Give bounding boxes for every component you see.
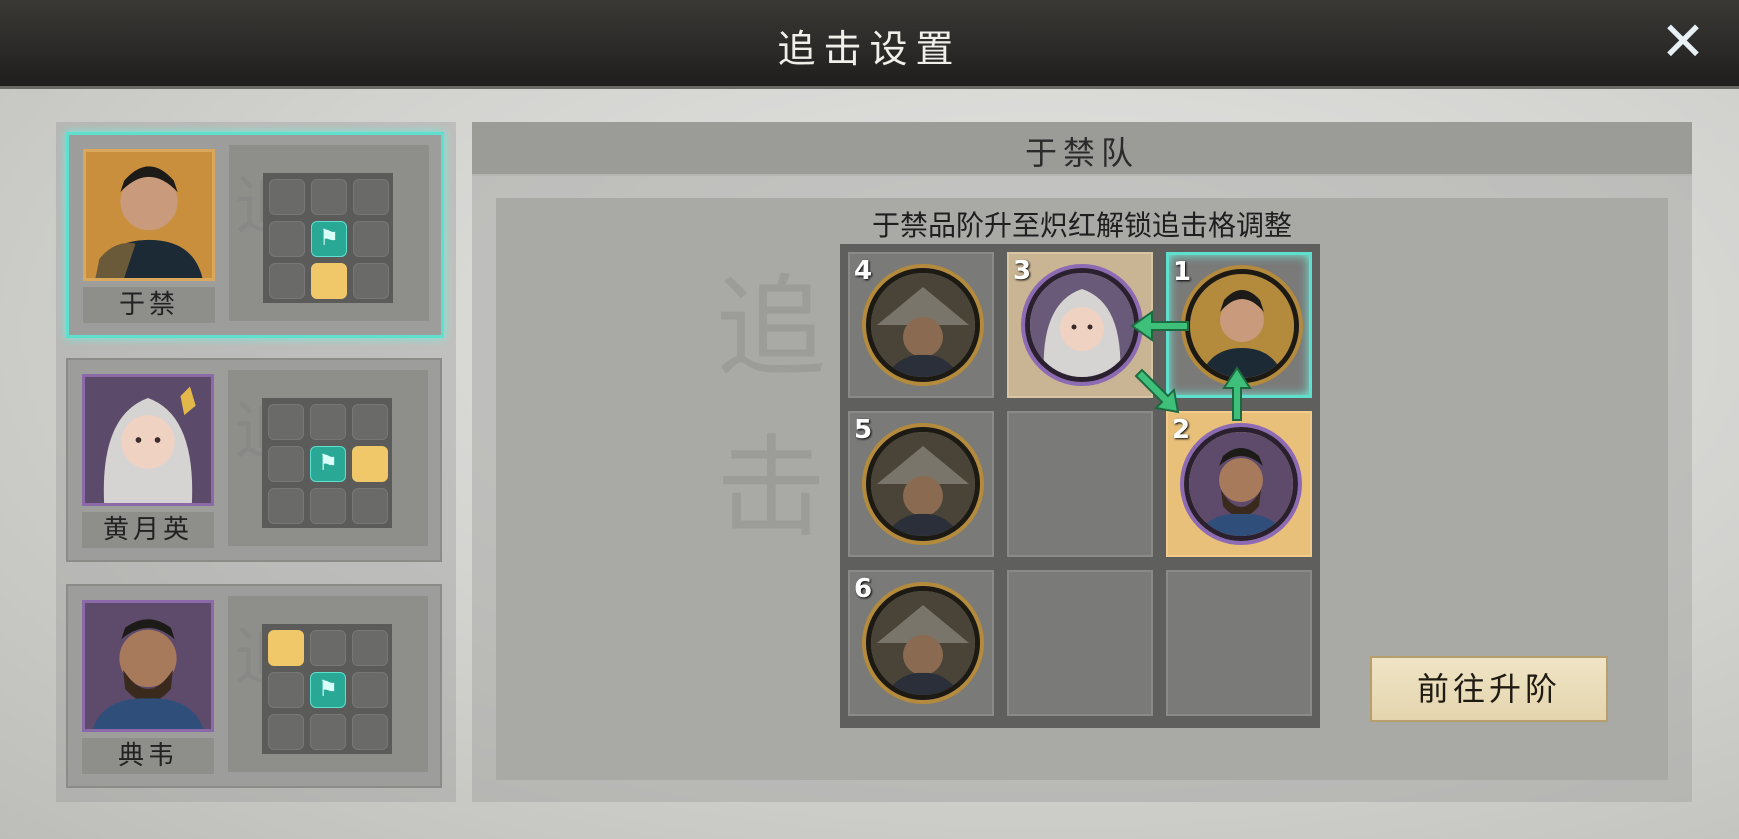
close-icon[interactable]: ✕ (1655, 14, 1711, 70)
formation-grid: ⚑ (262, 398, 392, 528)
grid-cell (352, 404, 388, 440)
huangyueying-token-image (1030, 273, 1134, 377)
watermark-text: 追击 (716, 264, 826, 552)
grid-cell (311, 179, 347, 215)
slot-4[interactable]: 4 (848, 252, 994, 398)
hero-token (1184, 427, 1298, 541)
grid-cell (269, 221, 305, 257)
dianwei-token-image (1189, 432, 1293, 536)
hero-portrait (83, 149, 215, 281)
hero-name: 于禁 (83, 287, 215, 323)
slot-number: 1 (1173, 257, 1192, 287)
grid-cell (310, 630, 346, 666)
slot-empty[interactable] (1007, 411, 1153, 557)
grid-cell (310, 714, 346, 750)
slot-empty[interactable] (1166, 570, 1312, 716)
slot-empty[interactable] (1007, 570, 1153, 716)
slot-number: 5 (854, 415, 873, 445)
grid-cell (353, 221, 389, 257)
team-banner: 于禁队 (472, 122, 1692, 176)
pursuit-arrow-icon (1222, 366, 1252, 421)
yujin-token-image (1190, 274, 1294, 378)
grid-cell (268, 714, 304, 750)
soldier-token (866, 586, 980, 700)
grid-cell (352, 630, 388, 666)
hero-name: 黄月英 (82, 512, 214, 548)
grid-cell (269, 179, 305, 215)
slot-2[interactable]: 2 (1166, 411, 1312, 557)
header-bar: 追击设置 ✕ (0, 0, 1739, 89)
formation-board: 4 3 1 5 2 6 (840, 244, 1320, 728)
grid-cell (352, 488, 388, 524)
formation-preview: 追 ⚑ (228, 596, 428, 772)
formation-preview: 追 ⚑ (228, 370, 428, 546)
pursuit-target-cell (268, 630, 304, 666)
hero-portrait (82, 374, 214, 506)
page-title: 追击设置 (777, 27, 962, 71)
pursuit-arrow-icon (1130, 310, 1189, 342)
team-name: 于禁队 (1024, 134, 1139, 172)
grid-cell (268, 446, 304, 482)
grid-cell (268, 404, 304, 440)
dianwei-portrait-image (85, 603, 211, 729)
hero-position-icon: ⚑ (311, 221, 347, 257)
grid-cell (268, 488, 304, 524)
pursuit-target-cell (311, 263, 347, 299)
grid-cell (353, 263, 389, 299)
formation-preview: 追 ⚑ (229, 145, 429, 321)
hero-card-yujin[interactable]: 于禁 追 ⚑ (66, 132, 444, 338)
slot-number: 2 (1172, 415, 1191, 445)
formation-grid: ⚑ (262, 624, 392, 754)
grid-cell (352, 714, 388, 750)
goto-upgrade-button[interactable]: 前往升阶 (1370, 656, 1608, 722)
slot-number: 3 (1013, 256, 1032, 286)
hero-position-icon: ⚑ (310, 446, 346, 482)
unlock-hint: 于禁品阶升至炽红解锁追击格调整 (871, 209, 1292, 242)
grid-cell (269, 263, 305, 299)
grid-cell (352, 672, 388, 708)
yujin-portrait-image (86, 152, 212, 278)
slot-number: 4 (854, 256, 873, 286)
soldier-portrait-image (871, 591, 975, 695)
soldier-token (866, 427, 980, 541)
hero-position-icon: ⚑ (310, 672, 346, 708)
hero-card-dianwei[interactable]: 典韦 追 ⚑ (66, 584, 442, 788)
slot-5[interactable]: 5 (848, 411, 994, 557)
formation-grid: ⚑ (263, 173, 393, 303)
hero-name: 典韦 (82, 738, 214, 774)
soldier-portrait-image (871, 432, 975, 536)
slot-number: 6 (854, 574, 873, 604)
hero-token (1025, 268, 1139, 382)
hero-portrait (82, 600, 214, 732)
grid-cell (310, 488, 346, 524)
hero-list: 于禁 追 ⚑ (56, 122, 456, 802)
pursuit-target-cell (352, 446, 388, 482)
pursuit-arrow-icon (1134, 368, 1180, 414)
huangyueying-portrait-image (85, 377, 211, 503)
slot-6[interactable]: 6 (848, 570, 994, 716)
soldier-portrait-image (871, 273, 975, 377)
grid-cell (353, 179, 389, 215)
grid-cell (310, 404, 346, 440)
hero-card-huangyueying[interactable]: 黄月英 追 ⚑ (66, 358, 442, 562)
grid-cell (268, 672, 304, 708)
soldier-token (866, 268, 980, 382)
